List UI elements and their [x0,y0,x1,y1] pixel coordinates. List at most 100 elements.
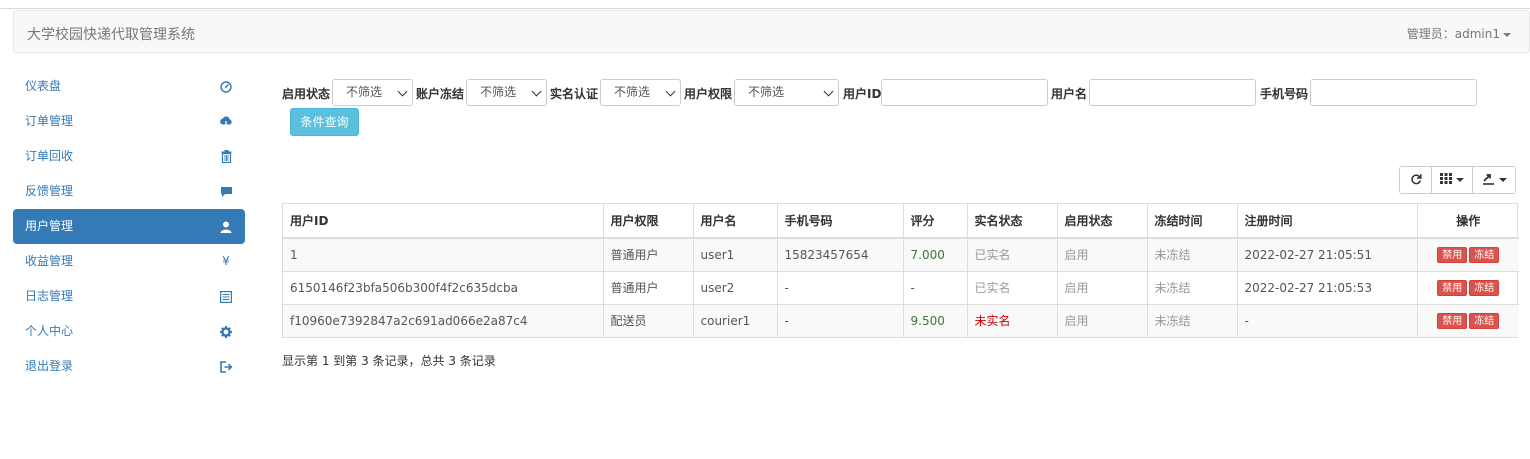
sidebar-item-logs[interactable]: 日志管理 [13,279,245,314]
cell-registered: - [1236,303,1417,337]
select-value: 不筛选 [346,85,383,99]
column-header-frozen[interactable]: 冻结时间 [1146,204,1237,239]
app-title[interactable]: 大学校园快递代取管理系统 [27,24,195,44]
caret-down-icon [1503,32,1511,37]
column-header-phone[interactable]: 手机号码 [776,204,903,239]
column-header-role[interactable]: 用户权限 [602,204,693,239]
sidebar-item-order-recycle[interactable]: 订单回收 [13,139,245,174]
pagination-info: 显示第 1 到第 3 条记录，总共 3 条记录 [282,354,496,368]
cell-enabled: 启用 [1056,270,1147,304]
sidebar-item-label: 用户管理 [25,219,74,233]
chevron-down-icon [823,86,834,97]
cell-realname: 已实名 [966,270,1057,304]
column-header-user-id[interactable]: 用户ID [283,204,603,239]
username-input[interactable] [1089,79,1256,106]
sidebar-item-label: 仪表盘 [25,79,62,93]
comment-icon [219,174,233,209]
user-icon [219,209,233,244]
refresh-icon [1410,173,1422,188]
column-header-realname[interactable]: 实名状态 [966,204,1057,239]
top-navbar: 大学校园快递代取管理系统 管理员：admin1 [13,10,1530,53]
columns-icon [1440,173,1452,187]
caret-down-icon [1498,178,1507,182]
cloud-download-icon [219,104,233,139]
sidebar-item-feedback[interactable]: 反馈管理 [13,174,245,209]
chevron-down-icon [531,86,542,97]
sidebar-item-label: 日志管理 [25,289,74,303]
sidebar-item-profile[interactable]: 个人中心 [13,314,245,349]
chevron-down-icon [665,86,676,97]
columns-button[interactable] [1431,166,1473,194]
column-header-username[interactable]: 用户名 [692,204,777,239]
table-row[interactable]: f10960e7392847a2c691ad066e2a87c4 配送员 cou… [283,303,1519,337]
top-divider [0,8,1530,9]
cell-actions: 禁用 冻结 [1416,237,1519,271]
cell-realname: 已实名 [966,237,1057,271]
yen-icon: ¥ [222,254,230,268]
chevron-down-icon [397,86,408,97]
cell-actions: 禁用 冻结 [1416,270,1519,304]
cell-registered: 2022-02-27 21:05:53 [1236,270,1417,304]
sidebar-item-orders[interactable]: 订单管理 [13,104,245,139]
table-row[interactable]: 1 普通用户 user1 15823457654 7.000 已实名 启用 未冻… [283,237,1519,271]
sidebar-item-users[interactable]: 用户管理 [13,209,245,244]
column-header-registered[interactable]: 注册时间 [1236,204,1417,239]
cell-score: 7.000 [902,237,967,271]
refresh-button[interactable] [1399,166,1432,194]
cell-frozen: 未冻结 [1146,303,1237,337]
disable-button[interactable]: 禁用 [1437,246,1468,263]
username-label: 用户名 [1051,87,1088,101]
cell-frozen: 未冻结 [1146,270,1237,304]
sidebar-item-label: 退出登录 [25,359,74,373]
list-alt-icon [219,279,233,314]
freeze-label: 账户冻结 [416,87,465,101]
trash-icon [219,139,233,174]
cell-user-id: f10960e7392847a2c691ad066e2a87c4 [283,303,603,337]
table-row[interactable]: 6150146f23bfa506b300f4f2c635dcba 普通用户 us… [283,270,1519,304]
select-value: 不筛选 [614,85,651,99]
freeze-button[interactable]: 冻结 [1469,312,1500,329]
sidebar-item-logout[interactable]: 退出登录 [13,349,245,384]
permission-select[interactable]: 不筛选 [734,79,839,106]
column-header-score[interactable]: 评分 [902,204,967,239]
enable-status-select[interactable]: 不筛选 [332,79,413,106]
cell-enabled: 启用 [1056,237,1147,271]
cell-username: user1 [692,237,777,271]
column-header-actions: 操作 [1416,204,1519,239]
admin-dropdown[interactable]: 管理员：admin1 [1407,25,1511,42]
cell-phone: - [776,270,903,304]
realname-label: 实名认证 [550,87,599,101]
cell-phone: 15823457654 [776,237,903,271]
cell-role: 普通用户 [602,237,693,271]
table-header-row: 用户ID 用户权限 用户名 手机号码 评分 实名状态 启用状态 冻结时间 注册时… [283,204,1519,239]
disable-button[interactable]: 禁用 [1437,312,1468,329]
enable-status-label: 启用状态 [282,87,331,101]
sidebar-item-earnings[interactable]: 收益管理 ¥ [13,244,245,279]
realname-select[interactable]: 不筛选 [600,79,681,106]
cell-role: 配送员 [602,303,693,337]
cell-user-id: 1 [283,237,603,271]
freeze-button[interactable]: 冻结 [1469,246,1500,263]
cell-phone: - [776,303,903,337]
user-id-input[interactable] [881,79,1048,106]
cell-username: courier1 [692,303,777,337]
cell-user-id: 6150146f23bfa506b300f4f2c635dcba [283,270,603,304]
cell-realname: 未实名 [966,303,1057,337]
export-icon [1482,173,1495,188]
caret-down-icon [1456,178,1464,182]
cell-frozen: 未冻结 [1146,237,1237,271]
phone-label: 手机号码 [1260,87,1309,101]
freeze-select[interactable]: 不筛选 [466,79,547,106]
permission-label: 用户权限 [684,87,733,101]
export-button[interactable] [1472,166,1516,194]
column-header-enabled[interactable]: 启用状态 [1056,204,1147,239]
cell-role: 普通用户 [602,270,693,304]
sidebar: 仪表盘 订单管理 订单回收 反馈管理 用户管理 收益管理 ¥ 日志管理 个人中心… [13,69,245,384]
query-button[interactable]: 条件查询 [290,108,359,136]
table-toolbar [1399,166,1516,194]
sidebar-item-dashboard[interactable]: 仪表盘 [13,69,245,104]
phone-input[interactable] [1310,79,1477,106]
disable-button[interactable]: 禁用 [1437,279,1468,296]
sidebar-item-label: 订单回收 [25,149,74,163]
freeze-button[interactable]: 冻结 [1469,279,1500,296]
